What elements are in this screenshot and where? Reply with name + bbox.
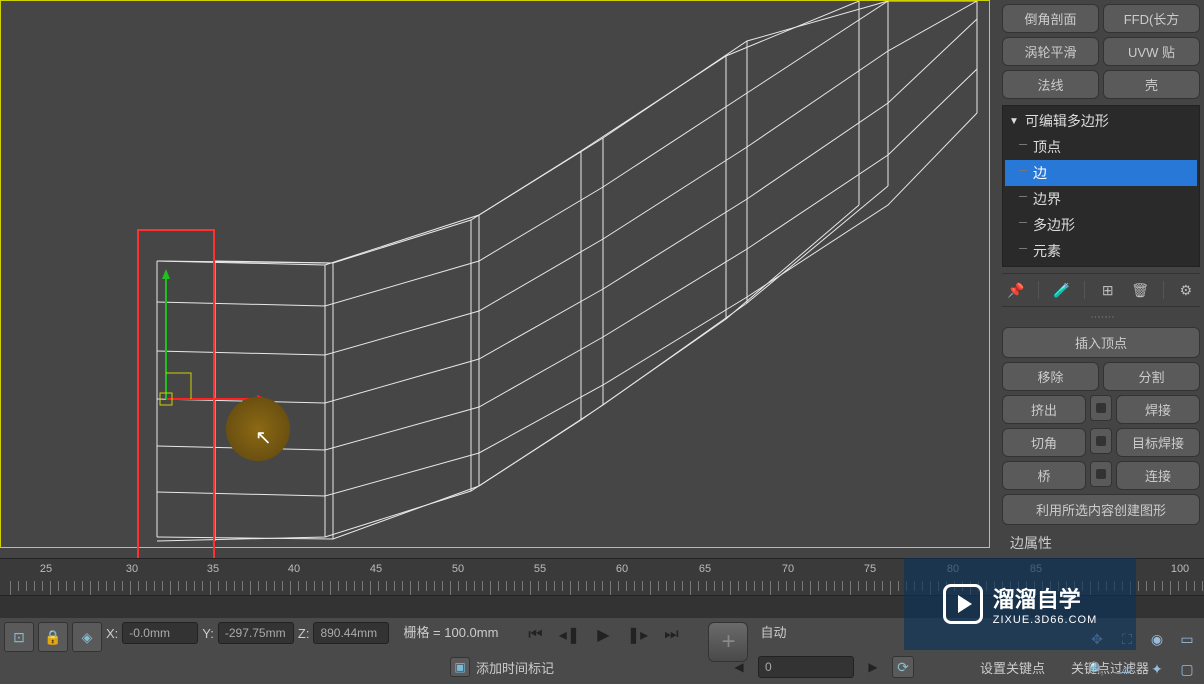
- turbosmooth-button[interactable]: 涡轮平滑: [1002, 37, 1099, 66]
- edge-properties-label: 边属性: [1002, 529, 1200, 557]
- split-button[interactable]: 分割: [1103, 362, 1200, 391]
- chamfer-settings-button[interactable]: [1090, 428, 1112, 454]
- expand-triangle-icon: ▼: [1009, 116, 1019, 127]
- weld-button[interactable]: 焊接: [1116, 395, 1200, 424]
- bridge-settings-button[interactable]: [1090, 461, 1112, 487]
- play-button[interactable]: ▶: [590, 622, 616, 648]
- configure-icon[interactable]: ⚙: [1176, 280, 1196, 300]
- chamfer-profile-button[interactable]: 倒角剖面: [1002, 4, 1099, 33]
- subobj-border[interactable]: 边界: [1005, 186, 1197, 212]
- watermark-subtitle: ZIXUE.3D66.COM: [993, 614, 1097, 626]
- prev-key-button[interactable]: ◀: [726, 654, 752, 680]
- cube-icon[interactable]: ▣: [450, 657, 470, 677]
- uvw-map-button[interactable]: UVW 贴: [1103, 37, 1200, 66]
- y-label: Y:: [202, 626, 214, 641]
- zoom-icon[interactable]: 🔍: [1086, 658, 1108, 680]
- playback-controls: ⏮ ◂❚ ▶ ❚▸ ⏭: [522, 622, 684, 648]
- min-max-icon[interactable]: ▢: [1176, 658, 1198, 680]
- next-frame-button[interactable]: ❚▸: [624, 622, 650, 648]
- tick-label: 75: [864, 563, 876, 575]
- modifier-toolbar: 📌 🧪 ⊞ 🗑 ⚙: [1002, 273, 1200, 307]
- lock-icon[interactable]: 🔒: [38, 622, 68, 652]
- subobj-vertex[interactable]: 顶点: [1005, 134, 1197, 160]
- pin-icon[interactable]: 📌: [1006, 280, 1026, 300]
- shell-button[interactable]: 壳: [1103, 70, 1200, 99]
- tick-label: 50: [452, 563, 464, 575]
- subobj-edge[interactable]: 边: [1005, 160, 1197, 186]
- remove-button[interactable]: 移除: [1002, 362, 1099, 391]
- auto-key-label[interactable]: 自动: [760, 622, 786, 641]
- orbit-icon[interactable]: ◉: [1146, 628, 1168, 650]
- move-gizmo: [160, 269, 267, 405]
- goto-end-button[interactable]: ⏭: [658, 622, 684, 648]
- mesh-icon[interactable]: ⊞: [1098, 280, 1118, 300]
- tick-label: 45: [370, 563, 382, 575]
- add-time-tag-label[interactable]: 添加时间标记: [476, 658, 554, 677]
- tick-label: 70: [782, 563, 794, 575]
- walk-icon[interactable]: ✦: [1146, 658, 1168, 680]
- tick-label: 35: [207, 563, 219, 575]
- normal-button[interactable]: 法线: [1002, 70, 1099, 99]
- maximize-icon[interactable]: ▭: [1176, 628, 1198, 650]
- time-config-icon[interactable]: ⟳: [892, 656, 914, 678]
- watermark-title: 溜溜自学: [993, 582, 1097, 614]
- trash-icon[interactable]: 🗑: [1130, 280, 1150, 300]
- modifier-editable-poly[interactable]: ▼ 可编辑多边形: [1005, 108, 1197, 134]
- tick-label: 30: [126, 563, 138, 575]
- snap-mode-icon[interactable]: ◈: [72, 622, 102, 652]
- target-weld-button[interactable]: 目标焊接: [1116, 428, 1200, 457]
- tick-label: 100: [1171, 563, 1189, 575]
- play-logo-icon: [943, 584, 983, 624]
- tick-label: 65: [699, 563, 711, 575]
- next-key-button[interactable]: ▶: [860, 654, 886, 680]
- subobj-polygon[interactable]: 多边形: [1005, 212, 1197, 238]
- command-panel: 倒角剖面 FFD(长方 涡轮平滑 UVW 贴 法线 壳 ▼ 可编辑多边形 顶点 …: [998, 0, 1204, 540]
- tick-label: 25: [40, 563, 52, 575]
- chamfer-button[interactable]: 切角: [1002, 428, 1086, 457]
- fov-icon[interactable]: ▱: [1116, 658, 1138, 680]
- modifier-stack: ▼ 可编辑多边形 顶点 边 边界 多边形 元素: [1002, 105, 1200, 267]
- viewport[interactable]: ↖: [0, 0, 990, 548]
- y-coord-input[interactable]: [218, 622, 294, 644]
- x-coord-input[interactable]: [122, 622, 198, 644]
- tick-label: 40: [288, 563, 300, 575]
- create-shape-button[interactable]: 利用所选内容创建图形: [1002, 494, 1200, 525]
- modifier-name: 可编辑多边形: [1025, 111, 1109, 131]
- set-keys-label[interactable]: 设置关键点: [980, 658, 1045, 677]
- goto-start-button[interactable]: ⏮: [522, 622, 548, 648]
- z-coord-input[interactable]: [313, 622, 389, 644]
- extrude-settings-button[interactable]: [1090, 395, 1112, 421]
- connect-button[interactable]: 连接: [1116, 461, 1200, 490]
- watermark: 溜溜自学 ZIXUE.3D66.COM: [904, 558, 1136, 650]
- time-tag-row: ▣ 添加时间标记 ◀ ▶ ⟳ 设置关键点 关键点过滤器: [450, 654, 1149, 680]
- ffd-box-button[interactable]: FFD(长方: [1103, 4, 1200, 33]
- tick-label: 55: [534, 563, 546, 575]
- z-label: Z:: [298, 626, 310, 641]
- prev-frame-button[interactable]: ◂❚: [556, 622, 582, 648]
- insert-vertex-button[interactable]: 插入顶点: [1002, 327, 1200, 358]
- viewport-nav-icons-2: 🔍 ▱ ✦ ▢: [1086, 658, 1198, 680]
- extrude-button[interactable]: 挤出: [1002, 395, 1086, 424]
- beaker-icon[interactable]: 🧪: [1052, 280, 1072, 300]
- panel-grip[interactable]: [1071, 313, 1131, 321]
- subobj-element[interactable]: 元素: [1005, 238, 1197, 264]
- tick-label: 60: [616, 563, 628, 575]
- selection-lock-icon[interactable]: ⊡: [4, 622, 34, 652]
- frame-input[interactable]: [758, 656, 854, 678]
- bridge-button[interactable]: 桥: [1002, 461, 1086, 490]
- x-label: X:: [106, 626, 118, 641]
- wireframe-mesh: [1, 1, 991, 549]
- grid-label: 栅格 = 100.0mm: [403, 622, 498, 641]
